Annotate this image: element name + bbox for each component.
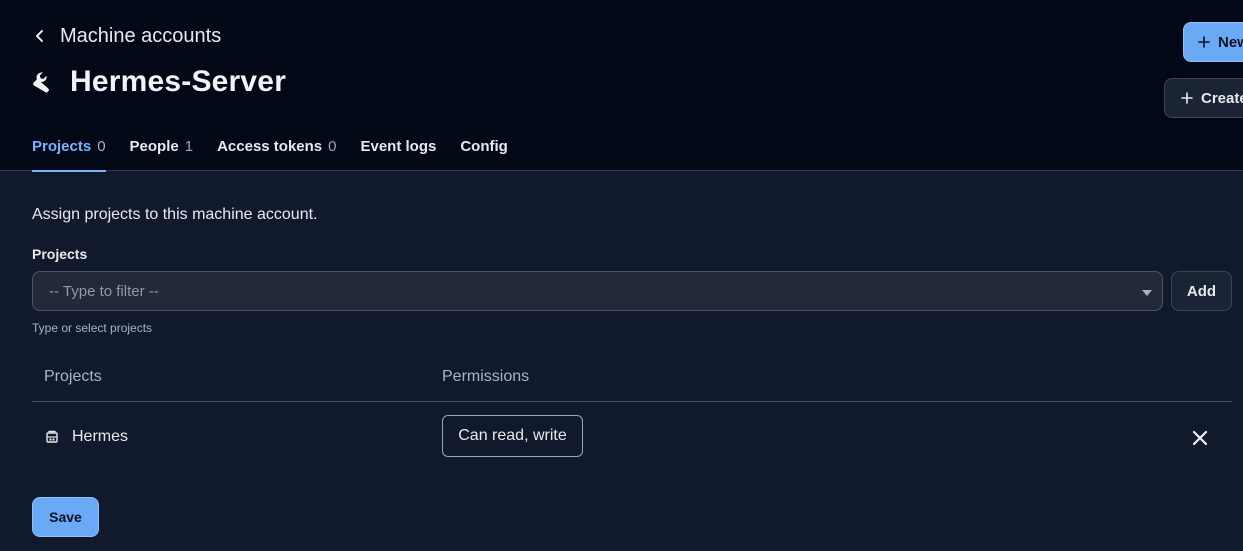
projects-field-label: Projects (32, 246, 88, 262)
project-name: Hermes (72, 428, 129, 445)
tab-config[interactable]: Config (460, 131, 507, 171)
projects-table: Projects Permissions Hermes Can read, wr… (32, 357, 1232, 470)
filter-hint: Type or select projects (32, 321, 153, 335)
create-button[interactable]: Create (1164, 78, 1243, 118)
tab-people[interactable]: People 1 (130, 131, 194, 171)
back-link-label: Machine accounts (60, 24, 222, 47)
project-cell: Hermes (44, 428, 128, 446)
column-header-projects: Projects (44, 368, 102, 385)
tab-access-tokens[interactable]: Access tokens 0 (217, 131, 336, 171)
tab-projects[interactable]: Projects 0 (32, 131, 106, 172)
table-header: Projects Permissions (32, 357, 1232, 402)
create-button-label: Create (1201, 89, 1243, 107)
plus-icon (1198, 36, 1210, 48)
new-button[interactable]: New (1183, 22, 1243, 62)
remove-project-button[interactable] (1188, 426, 1212, 450)
tab-label: People (129, 138, 179, 155)
tab-label: Event logs (360, 138, 437, 155)
permission-select[interactable]: Can read, write (442, 415, 583, 457)
filter-placeholder: -- Type to filter -- (49, 282, 159, 300)
tab-count: 0 (328, 138, 337, 155)
project-cube-icon (46, 430, 58, 443)
tab-label: Config (460, 138, 508, 155)
table-row: Hermes Can read, write (32, 402, 1232, 470)
tab-count: 1 (184, 138, 194, 155)
close-icon (1192, 430, 1208, 446)
caret-down-icon (1142, 290, 1152, 296)
column-header-permissions: Permissions (442, 368, 530, 385)
tab-event-logs[interactable]: Event logs (360, 131, 436, 171)
page-title-row: Hermes-Server (32, 64, 286, 100)
tab-bar: Projects 0 People 1 Access tokens 0 Even… (32, 131, 508, 172)
tab-label: Projects (32, 138, 92, 155)
assign-intro-text: Assign projects to this machine account. (32, 206, 318, 223)
plus-icon (1181, 92, 1193, 104)
wrench-icon (32, 64, 58, 100)
page-header: Machine accounts Hermes-Server New Creat… (0, 0, 1243, 172)
add-project-button[interactable]: Add (1171, 271, 1232, 311)
projects-filter-input[interactable]: -- Type to filter -- (32, 271, 1163, 311)
back-to-machine-accounts-link[interactable]: Machine accounts (32, 24, 221, 48)
chevron-left-icon (32, 24, 48, 48)
new-button-label: New (1218, 33, 1243, 51)
tab-count: 0 (97, 138, 106, 155)
page-title: Hermes-Server (70, 65, 287, 98)
save-button[interactable]: Save (32, 497, 99, 537)
tab-label: Access tokens (217, 138, 323, 155)
